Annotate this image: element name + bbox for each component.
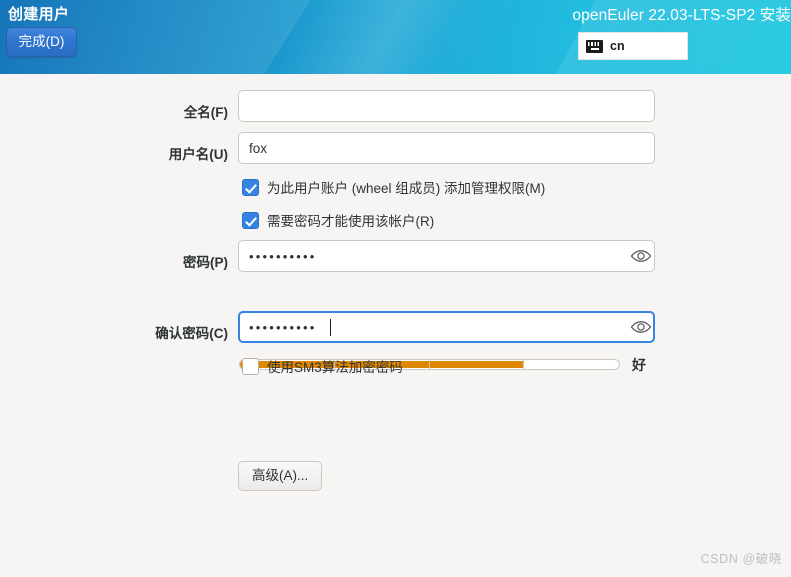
strength-segment-4 <box>524 360 619 369</box>
confirm-password-label: 确认密码(C) <box>155 326 228 341</box>
username-label: 用户名(U) <box>168 147 228 162</box>
done-button[interactable]: 完成(D) <box>6 27 77 57</box>
installer-header: 创建用户 完成(D) openEuler 22.03-LTS-SP2 安装 cn <box>0 0 791 74</box>
sm3-encryption-checkbox[interactable] <box>242 357 259 375</box>
fullname-input[interactable] <box>238 90 655 122</box>
require-password-label: 需要密码才能使用该帐户(R) <box>267 214 435 229</box>
confirm-password-input[interactable] <box>238 311 655 343</box>
sm3-encryption-checkbox-row[interactable]: 使用SM3算法加密密码 <box>242 356 403 376</box>
password-input[interactable] <box>238 240 655 272</box>
require-password-checkbox-row[interactable]: 需要密码才能使用该帐户(R) <box>242 210 434 230</box>
fullname-label: 全名(F) <box>183 105 228 120</box>
admin-privileges-label: 为此用户账户 (wheel 组成员) 添加管理权限(M) <box>267 181 546 196</box>
password-label: 密码(P) <box>183 255 228 270</box>
keyboard-icon <box>586 39 603 53</box>
page-title: 创建用户 <box>8 6 70 23</box>
username-input[interactable] <box>238 132 655 164</box>
password-strength-label: 好 <box>632 357 646 373</box>
keyboard-layout-indicator[interactable]: cn <box>578 32 688 60</box>
strength-segment-3 <box>429 360 525 369</box>
admin-privileges-checkbox-row[interactable]: 为此用户账户 (wheel 组成员) 添加管理权限(M) <box>242 177 545 197</box>
keyboard-layout-label: cn <box>610 39 625 53</box>
admin-privileges-checkbox[interactable] <box>242 178 259 196</box>
text-cursor <box>330 319 331 336</box>
watermark: CSDN @破晓 <box>700 552 782 566</box>
sm3-encryption-label: 使用SM3算法加密密码 <box>267 360 403 375</box>
advanced-button[interactable]: 高级(A)... <box>238 461 323 491</box>
create-user-form: 全名(F) 用户名(U) 为此用户账户 (wheel 组成员) 添加管理权限(M… <box>0 74 791 577</box>
require-password-checkbox[interactable] <box>242 211 259 229</box>
confirm-password-reveal-eye-icon[interactable] <box>629 315 653 339</box>
installer-product-title: openEuler 22.03-LTS-SP2 安装 <box>572 7 791 24</box>
password-reveal-eye-icon[interactable] <box>629 244 653 268</box>
